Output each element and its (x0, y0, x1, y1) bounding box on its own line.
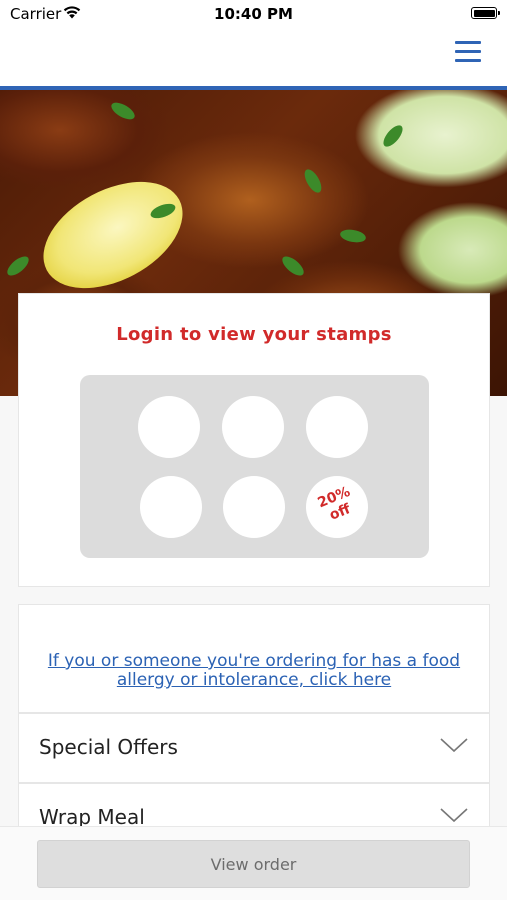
loyalty-stamp-card[interactable]: Login to view your stamps 20% off (18, 293, 490, 587)
chevron-down-icon (440, 808, 468, 823)
app-screen: Carrier 10:40 PM Login to view your stam… (0, 0, 507, 900)
bottom-bar: View order (0, 826, 507, 900)
stamp-slot (138, 396, 200, 458)
stamp-slot (223, 476, 285, 538)
battery-icon (471, 7, 500, 19)
hamburger-menu-icon[interactable] (455, 39, 483, 65)
battery-level (473, 9, 495, 17)
category-special-offers[interactable]: Special Offers (18, 713, 490, 783)
stamp-slot (140, 476, 202, 538)
reward-stamp-slot: 20% off (306, 476, 368, 538)
herb-graphic (108, 99, 138, 123)
menu-bar-bottom (455, 59, 481, 62)
chevron-down-icon (440, 738, 468, 753)
status-bar: Carrier 10:40 PM (0, 0, 507, 30)
stamp-grid: 20% off (80, 375, 429, 558)
herb-graphic (279, 253, 307, 279)
stamp-slot (222, 396, 284, 458)
herb-graphic (4, 253, 32, 279)
herb-graphic (380, 122, 406, 150)
stamp-slot (306, 396, 368, 458)
reward-label: 20% off (315, 483, 353, 524)
allergy-notice-card: If you or someone you're ordering for ha… (18, 604, 490, 713)
herb-graphic (301, 166, 325, 196)
app-header (0, 30, 507, 86)
view-order-button[interactable]: View order (37, 840, 470, 888)
allergy-info-link[interactable]: If you or someone you're ordering for ha… (39, 652, 469, 690)
herb-graphic (339, 227, 367, 245)
menu-bar-middle (455, 50, 481, 53)
lemon-slice-graphic (25, 160, 201, 310)
clock: 10:40 PM (214, 5, 293, 23)
stamp-card-title[interactable]: Login to view your stamps (19, 324, 489, 345)
category-label: Special Offers (39, 735, 178, 759)
menu-bar-top (455, 41, 481, 44)
